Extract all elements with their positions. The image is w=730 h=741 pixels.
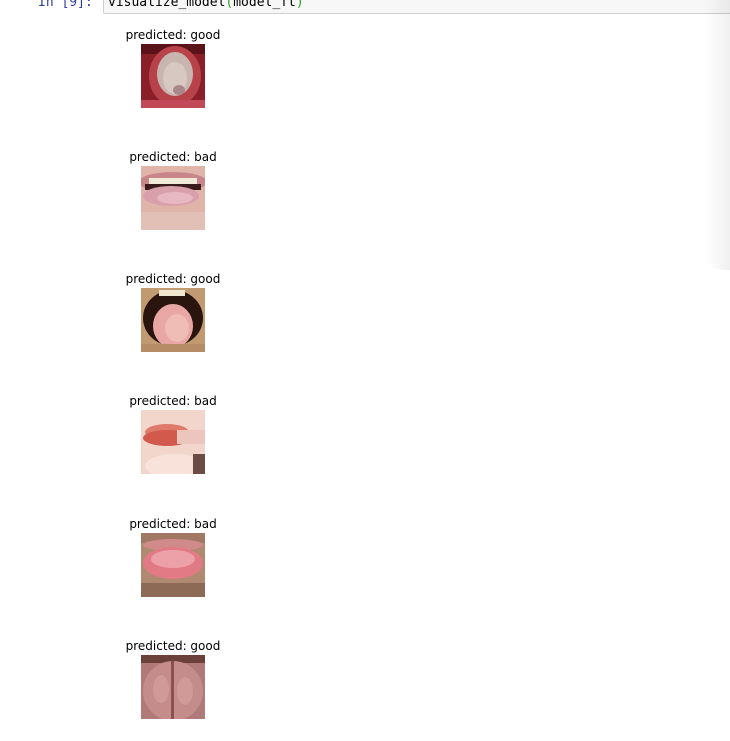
prediction-label: predicted: good (125, 272, 221, 286)
output-item: predicted: good (110, 28, 236, 118)
close-paren: ) (295, 0, 304, 10)
output-item: predicted: good (110, 272, 236, 362)
prediction-label: predicted: bad (129, 150, 217, 164)
tongue-image (141, 655, 205, 719)
function-argument: model_ft (233, 0, 296, 10)
prediction-label: predicted: bad (129, 517, 217, 531)
input-prompt: In [9]: (38, 0, 93, 10)
lips-image (141, 410, 205, 474)
output-item: predicted: bad (110, 517, 236, 607)
output-item: predicted: good (110, 639, 236, 729)
tongue-image (141, 288, 205, 352)
tongue-image (141, 44, 205, 108)
code-line[interactable]: visualize_model(model_ft) (108, 0, 304, 11)
output-item: predicted: bad (110, 394, 236, 484)
scroll-shadow (704, 0, 730, 270)
lips-image (141, 166, 205, 230)
prediction-label: predicted: good (125, 28, 221, 42)
prediction-label: predicted: bad (129, 394, 217, 408)
prediction-label: predicted: good (125, 639, 221, 653)
tongue-image (141, 533, 205, 597)
output-item: predicted: bad (110, 150, 236, 240)
function-name: visualize_model (108, 0, 226, 10)
